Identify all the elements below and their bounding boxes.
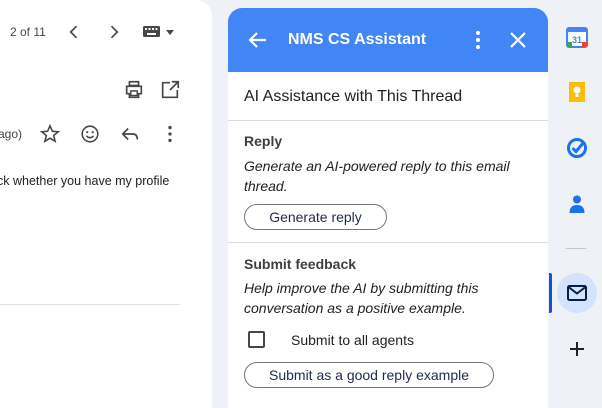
calendar-icon[interactable]: 31 <box>565 25 589 49</box>
add-icon[interactable] <box>565 337 589 361</box>
mail-divider <box>0 304 180 305</box>
contacts-icon[interactable] <box>565 192 589 216</box>
section-divider <box>228 120 548 121</box>
submit-all-agents-checkbox[interactable] <box>248 331 265 348</box>
emoji-icon[interactable] <box>79 123 101 145</box>
rail-active-indicator <box>549 273 552 313</box>
assistant-panel: NMS CS Assistant AI Assistance with This… <box>228 8 548 408</box>
time-ago-text: ago) <box>0 127 23 141</box>
reply-icon[interactable] <box>119 123 141 145</box>
reply-heading: Reply <box>244 133 283 149</box>
keep-icon[interactable] <box>565 80 589 104</box>
keyboard-icon[interactable] <box>142 24 176 40</box>
mail-icon[interactable] <box>565 281 589 305</box>
calendar-day: 31 <box>572 35 582 45</box>
feedback-description: Help improve the AI by submitting this c… <box>244 280 479 316</box>
rail-divider <box>566 248 586 249</box>
submit-all-agents-row[interactable]: Submit to all agents <box>248 331 414 348</box>
more-vert-icon[interactable] <box>159 123 181 145</box>
star-icon[interactable] <box>39 123 61 145</box>
panel-title: NMS CS Assistant <box>288 31 427 48</box>
print-icon[interactable] <box>123 79 145 101</box>
submit-good-reply-button[interactable]: Submit as a good reply example <box>244 362 494 388</box>
reply-divider <box>228 242 548 243</box>
panel-header: NMS CS Assistant <box>228 8 548 72</box>
more-vert-icon[interactable] <box>466 28 490 52</box>
submit-all-agents-label[interactable]: Submit to all agents <box>291 332 414 348</box>
message-snippet: ck whether you have my profile <box>0 174 170 188</box>
reply-description: Generate an AI-powered reply to this ema… <box>244 158 510 194</box>
chevron-right-icon[interactable] <box>104 22 124 42</box>
chevron-left-icon[interactable] <box>64 22 84 42</box>
tasks-icon[interactable] <box>565 136 589 160</box>
open-in-new-icon[interactable] <box>159 79 181 101</box>
generate-reply-button[interactable]: Generate reply <box>244 204 387 230</box>
section-title: AI Assistance with This Thread <box>244 88 463 105</box>
feedback-heading: Submit feedback <box>244 256 357 272</box>
close-icon[interactable] <box>506 28 530 52</box>
mail-pane: 2 of 11 ago) ck whether you have my prof… <box>0 0 212 408</box>
pager-count: 2 of 11 <box>10 25 46 39</box>
back-arrow-icon[interactable] <box>246 28 270 52</box>
